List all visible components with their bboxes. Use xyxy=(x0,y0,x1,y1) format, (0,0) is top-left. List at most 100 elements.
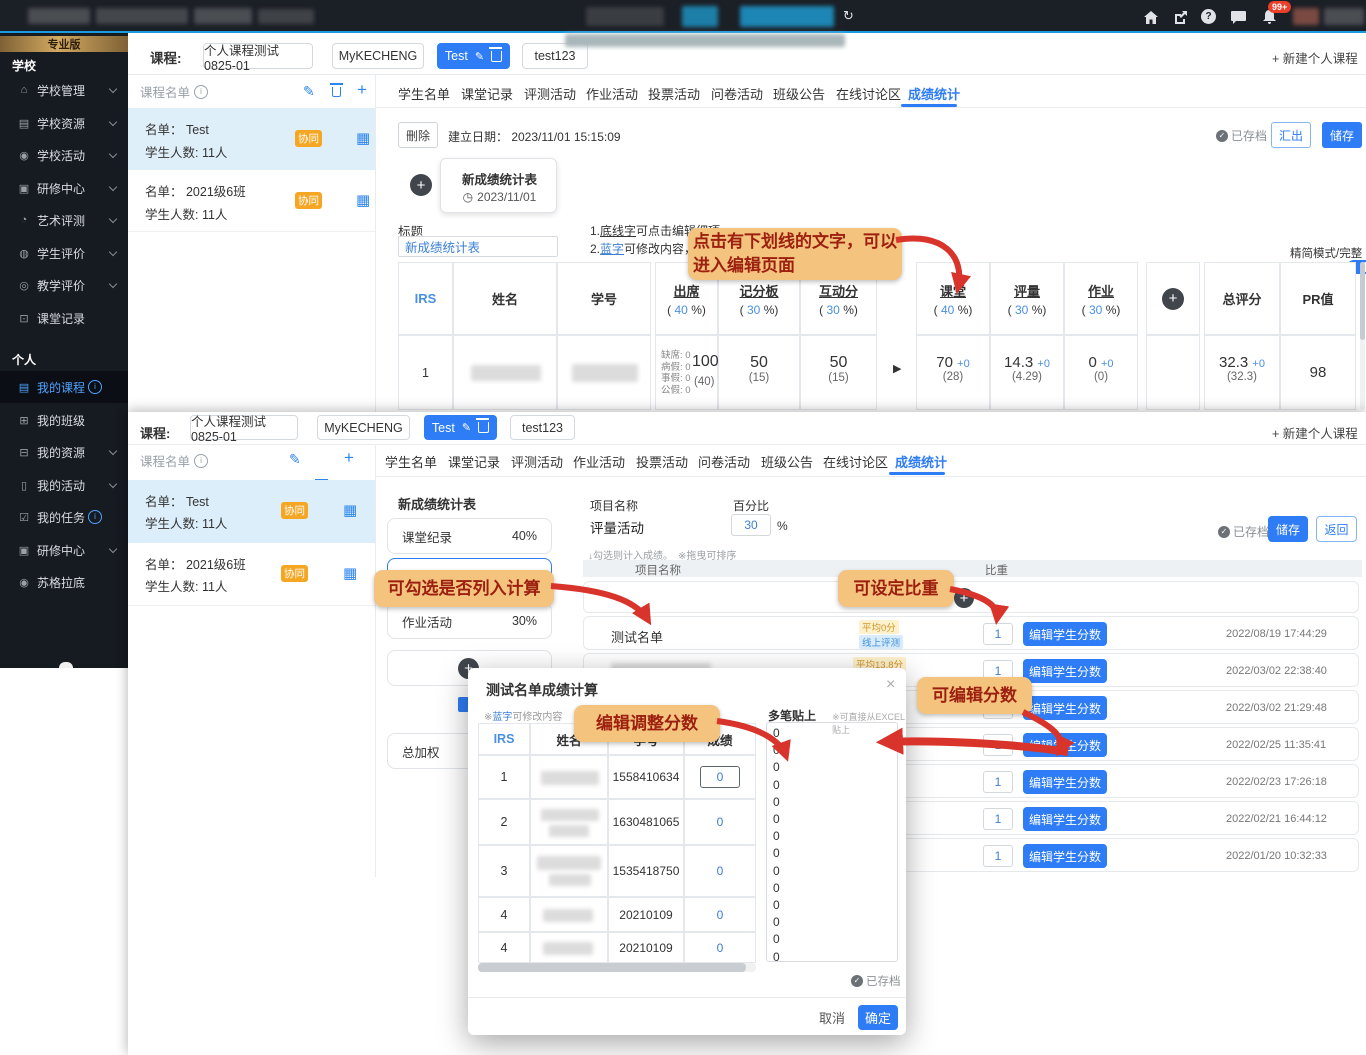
home-icon[interactable] xyxy=(1143,9,1159,25)
bulk-paste-textarea[interactable]: 0 0 0 0 0 0 0 0 0 0 0 0 0 0 xyxy=(766,722,898,962)
course-pill-1[interactable]: 个人课程测试 0825-01 xyxy=(203,43,313,73)
course-pill-active[interactable]: Test ✎ xyxy=(437,43,510,69)
tab-grade-stats[interactable]: 成绩统计 xyxy=(908,84,960,103)
new-course-button[interactable]: + 新建个人课程 xyxy=(1272,48,1358,67)
col-header-assessment[interactable]: 评量 ( 30 %) xyxy=(990,262,1064,335)
weight-input[interactable]: 1 xyxy=(983,734,1013,756)
sheet-title-input[interactable]: 新成绩统计表 xyxy=(398,236,558,257)
tab-student-list[interactable]: 学生名单 xyxy=(398,84,450,103)
edit-scores-button[interactable]: 编辑学生分数 xyxy=(1023,844,1107,868)
sidebar-item-my-activities[interactable]: ▯ 我的活动 xyxy=(0,469,128,501)
sidebar-collapse-handle[interactable] xyxy=(59,662,73,668)
weight-input[interactable]: 1 xyxy=(983,808,1013,830)
edit-course-icon[interactable]: ✎ xyxy=(462,421,471,434)
weight-input[interactable]: 1 xyxy=(983,771,1013,793)
sidebar-item-class-records[interactable]: ⊡ 课堂记录 xyxy=(0,302,128,334)
sidebar-item-school-resources[interactable]: ▤ 学校资源 xyxy=(0,107,128,139)
delete-roster-icon[interactable] xyxy=(330,83,343,97)
cell-attendance[interactable]: 缺席: 0 病假: 0 事假: 0 公假: 0 100 (40) xyxy=(655,335,719,410)
cell-class[interactable]: 70 +0 (28) xyxy=(916,335,990,410)
qr-code-icon[interactable]: ▦ xyxy=(343,564,357,582)
sidebar-item-art-assessment[interactable]: ◔ 艺术评测 xyxy=(0,204,128,236)
tab-homework[interactable]: 作业活动 xyxy=(586,84,638,103)
col-header-class[interactable]: 课堂 ( 40 %) xyxy=(916,262,990,335)
cell-homework[interactable]: 0 +0 (0) xyxy=(1064,335,1138,410)
sidebar-item-student-evaluation[interactable]: ◍ 学生评价 xyxy=(0,237,128,269)
tab-assessment[interactable]: 评测活动 xyxy=(524,84,576,103)
list-item[interactable]: 名单： 2021级6班 学生人数: 11人 协同 ▦ xyxy=(128,170,375,232)
sidebar-item-training-center-personal[interactable]: ▣ 研修中心 xyxy=(0,534,128,566)
back-button[interactable]: 返回 xyxy=(1316,516,1357,542)
export-button[interactable]: 汇出 xyxy=(1271,122,1311,148)
edit-scores-button[interactable]: 编辑学生分数 xyxy=(1023,770,1107,794)
refresh-icon[interactable]: ↻ xyxy=(843,8,854,24)
sidebar-item-training-center[interactable]: ▣ 研修中心 xyxy=(0,172,128,204)
score-input[interactable]: 0 xyxy=(700,766,740,788)
scrollbar-track[interactable] xyxy=(1360,262,1365,410)
cell-assessment[interactable]: 14.3 +0 (4.29) xyxy=(990,335,1064,410)
edit-scores-button[interactable]: 编辑学生分数 xyxy=(1023,659,1107,683)
delete-sheet-button[interactable]: 刪除 xyxy=(398,122,438,148)
edit-roster-icon[interactable]: ✎ xyxy=(289,451,301,468)
weight-input[interactable]: 1 xyxy=(983,845,1013,867)
score-input[interactable]: 0 xyxy=(684,799,756,845)
tab-voting[interactable]: 投票活动 xyxy=(648,84,700,103)
tab-student-list[interactable]: 学生名单 xyxy=(385,452,437,471)
cell-scoreboard[interactable]: 50 (15) xyxy=(718,335,800,410)
edit-scores-button[interactable]: 编辑学生分数 xyxy=(1023,622,1107,646)
col-header-homework[interactable]: 作业 ( 30 %) xyxy=(1064,262,1138,335)
cell-interaction[interactable]: 50 (15) xyxy=(800,335,877,410)
edit-scores-button[interactable]: 编辑学生分数 xyxy=(1023,733,1107,757)
edit-roster-icon[interactable]: ✎ xyxy=(303,83,315,100)
score-input[interactable]: 0 xyxy=(684,932,756,963)
tab-voting[interactable]: 投票活动 xyxy=(636,452,688,471)
qr-code-icon[interactable]: ▦ xyxy=(356,129,370,147)
score-input[interactable]: 0 xyxy=(684,897,756,932)
weight-card-homework[interactable]: 作业活动 30% xyxy=(387,603,552,639)
edit-scores-button[interactable]: 编辑学生分数 xyxy=(1023,696,1107,720)
add-sheet-button[interactable]: + xyxy=(410,174,432,196)
tab-forum[interactable]: 在线讨论区 xyxy=(836,84,901,103)
course-pill-2[interactable]: MyKECHENG xyxy=(332,43,424,69)
cancel-button[interactable]: 取消 xyxy=(816,1007,848,1028)
tab-forum[interactable]: 在线讨论区 xyxy=(823,452,888,471)
add-roster-icon[interactable]: + xyxy=(344,448,354,468)
tab-announcements[interactable]: 班级公告 xyxy=(773,84,825,103)
save-button[interactable]: 储存 xyxy=(1322,122,1362,148)
weight-input[interactable]: 1 xyxy=(983,623,1013,645)
tab-grade-stats[interactable]: 成绩统计 xyxy=(895,452,947,471)
edit-course-icon[interactable]: ✎ xyxy=(475,50,484,63)
qr-code-icon[interactable]: ▦ xyxy=(343,501,357,519)
percent-input[interactable]: 30 xyxy=(731,514,771,536)
list-item[interactable]: 名单： Test 学生人数: 11人 协同 ▦ xyxy=(128,480,375,543)
add-item-button[interactable]: + xyxy=(954,588,974,608)
weight-card-class-records[interactable]: 课堂纪录 40% xyxy=(387,518,552,554)
tab-class-records[interactable]: 课堂记录 xyxy=(461,84,513,103)
list-row-empty[interactable]: + xyxy=(583,581,1359,613)
sheet-tab-card[interactable]: 新成绩统计表 ◷ 2023/11/01 xyxy=(440,158,557,213)
list-item[interactable]: 名单： 2021级6班 学生人数: 11人 协同 ▦ xyxy=(128,543,375,606)
delete-course-icon[interactable] xyxy=(489,46,503,62)
tab-survey[interactable]: 问卷活动 xyxy=(698,452,750,471)
close-icon[interactable]: × xyxy=(886,676,895,694)
sidebar-item-my-courses[interactable]: ▤ 我的课程 i xyxy=(0,371,128,403)
tab-assessment[interactable]: 评测活动 xyxy=(511,452,563,471)
add-roster-icon[interactable]: + xyxy=(357,80,367,100)
add-column-button[interactable]: + xyxy=(1162,287,1184,310)
tab-survey[interactable]: 问卷活动 xyxy=(711,84,763,103)
confirm-button[interactable]: 确定 xyxy=(858,1005,898,1030)
sidebar-item-socrates[interactable]: ◉ 苏格拉底 xyxy=(0,566,128,598)
save-button[interactable]: 储存 xyxy=(1268,516,1308,542)
chat-icon[interactable] xyxy=(1230,9,1246,25)
qr-code-icon[interactable]: ▦ xyxy=(356,191,370,209)
hscrollbar-track[interactable] xyxy=(478,963,756,972)
sidebar-item-my-tasks[interactable]: ☑ 我的任务 i xyxy=(0,501,128,533)
list-row[interactable]: 测试名单 平均0分 线上评测 1 编辑学生分数 2022/08/19 17:44… xyxy=(583,616,1359,650)
course-pill-2[interactable]: MyKECHENG xyxy=(317,415,410,440)
edit-scores-button[interactable]: 编辑学生分数 xyxy=(1023,807,1107,831)
tab-homework[interactable]: 作业活动 xyxy=(573,452,625,471)
new-course-button[interactable]: + 新建个人课程 xyxy=(1272,423,1358,442)
expand-row-arrow[interactable]: ▶ xyxy=(893,362,901,375)
course-pill-1[interactable]: 个人课程测试 0825-01 xyxy=(190,415,298,444)
help-icon[interactable]: ? xyxy=(1201,9,1216,24)
